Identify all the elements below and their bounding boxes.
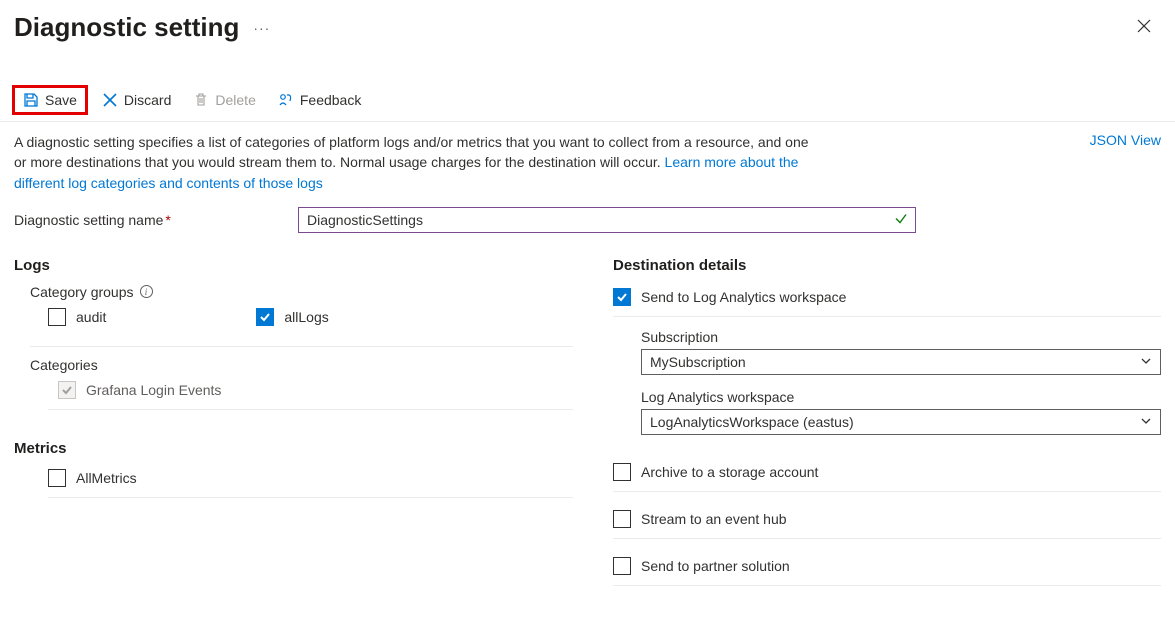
delete-button: Delete xyxy=(185,87,263,113)
subscription-select[interactable]: MySubscription xyxy=(641,349,1161,375)
discard-button[interactable]: Discard xyxy=(94,87,179,113)
discard-icon xyxy=(102,92,118,108)
alllogs-label: allLogs xyxy=(284,309,328,325)
send-partner-checkbox[interactable] xyxy=(613,557,631,575)
send-log-analytics-label: Send to Log Analytics workspace xyxy=(641,289,846,305)
setting-name-label: Diagnostic setting name* xyxy=(14,212,288,228)
info-icon[interactable]: i xyxy=(140,285,153,298)
allmetrics-label: AllMetrics xyxy=(76,470,137,486)
grafana-events-checkbox xyxy=(58,381,76,399)
setting-name-input[interactable] xyxy=(298,207,916,233)
feedback-icon xyxy=(278,92,294,108)
archive-storage-label: Archive to a storage account xyxy=(641,464,818,480)
destination-section-title: Destination details xyxy=(613,257,1161,274)
metrics-section-title: Metrics xyxy=(14,440,573,457)
send-partner-label: Send to partner solution xyxy=(641,558,790,574)
allmetrics-checkbox[interactable] xyxy=(48,469,66,487)
feedback-button[interactable]: Feedback xyxy=(270,87,369,113)
workspace-label: Log Analytics workspace xyxy=(641,389,1161,405)
subscription-label: Subscription xyxy=(641,329,1161,345)
delete-icon xyxy=(193,92,209,108)
chevron-down-icon xyxy=(1140,414,1152,430)
stream-eventhub-label: Stream to an event hub xyxy=(641,511,787,527)
required-indicator: * xyxy=(165,212,170,228)
category-groups-label: Category groups xyxy=(30,284,134,300)
description-text: A diagnostic setting specifies a list of… xyxy=(14,132,814,193)
audit-checkbox[interactable] xyxy=(48,308,66,326)
archive-storage-checkbox[interactable] xyxy=(613,463,631,481)
grafana-events-label: Grafana Login Events xyxy=(86,382,221,398)
discard-label: Discard xyxy=(124,92,171,108)
chevron-down-icon xyxy=(1140,354,1152,370)
workspace-select[interactable]: LogAnalyticsWorkspace (eastus) xyxy=(641,409,1161,435)
feedback-label: Feedback xyxy=(300,92,361,108)
save-icon xyxy=(23,92,39,108)
save-label: Save xyxy=(45,92,77,108)
close-icon xyxy=(1137,19,1151,33)
page-title: Diagnostic setting xyxy=(14,12,239,43)
categories-label: Categories xyxy=(30,357,98,373)
audit-label: audit xyxy=(76,309,106,325)
workspace-value: LogAnalyticsWorkspace (eastus) xyxy=(650,414,854,430)
save-button[interactable]: Save xyxy=(12,85,88,115)
logs-section-title: Logs xyxy=(14,257,573,274)
stream-eventhub-checkbox[interactable] xyxy=(613,510,631,528)
close-button[interactable] xyxy=(1133,13,1155,42)
send-log-analytics-checkbox[interactable] xyxy=(613,288,631,306)
more-actions[interactable]: ··· xyxy=(253,20,270,36)
json-view-link[interactable]: JSON View xyxy=(1078,132,1161,148)
validation-check-icon xyxy=(894,211,908,228)
delete-label: Delete xyxy=(215,92,255,108)
alllogs-checkbox[interactable] xyxy=(256,308,274,326)
subscription-value: MySubscription xyxy=(650,354,746,370)
